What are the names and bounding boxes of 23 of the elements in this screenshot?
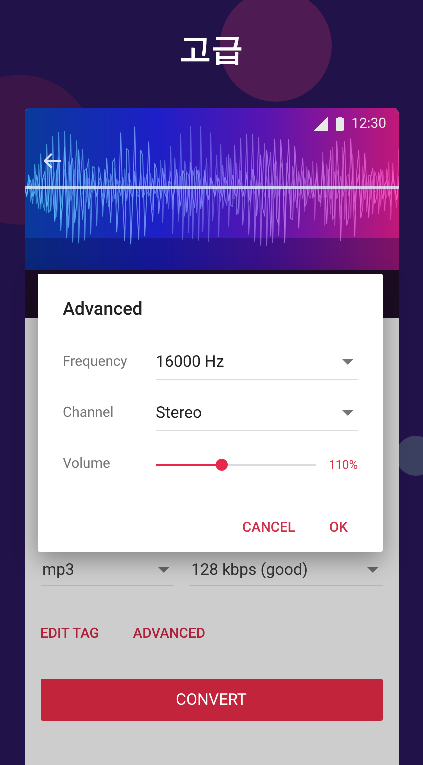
field-label: Frequency <box>63 353 128 372</box>
signal-icon <box>314 117 328 131</box>
back-arrow-icon <box>44 153 62 169</box>
convert-button[interactable]: CONVERT <box>40 679 382 721</box>
caret-icon <box>158 566 170 572</box>
dialog-button[interactable]: OK <box>328 512 350 545</box>
field-label: Volume <box>63 455 112 474</box>
slider-thumb[interactable] <box>216 458 228 470</box>
dialog-title: Advanced <box>63 298 144 322</box>
field-label: Channel <box>63 404 115 423</box>
page-title: 고급 <box>180 29 244 70</box>
volume-reading: 110% <box>328 456 358 474</box>
caret-icon <box>342 359 354 365</box>
caret-icon <box>342 410 354 416</box>
text-link-button[interactable]: EDIT TAG <box>40 620 100 649</box>
dropdown-field[interactable]: Stereo <box>156 396 358 430</box>
caret-icon <box>366 566 378 572</box>
dropdown-field[interactable]: 16000 Hz <box>156 346 358 380</box>
format-dropdown[interactable]: mp3 <box>40 554 174 586</box>
dialog-button[interactable]: CANCEL <box>240 512 298 545</box>
status-time: 12:30 <box>352 114 386 134</box>
format-dropdown[interactable]: 128 kbps (good) <box>190 554 382 586</box>
text-link-button[interactable]: ADVANCED <box>133 620 206 649</box>
